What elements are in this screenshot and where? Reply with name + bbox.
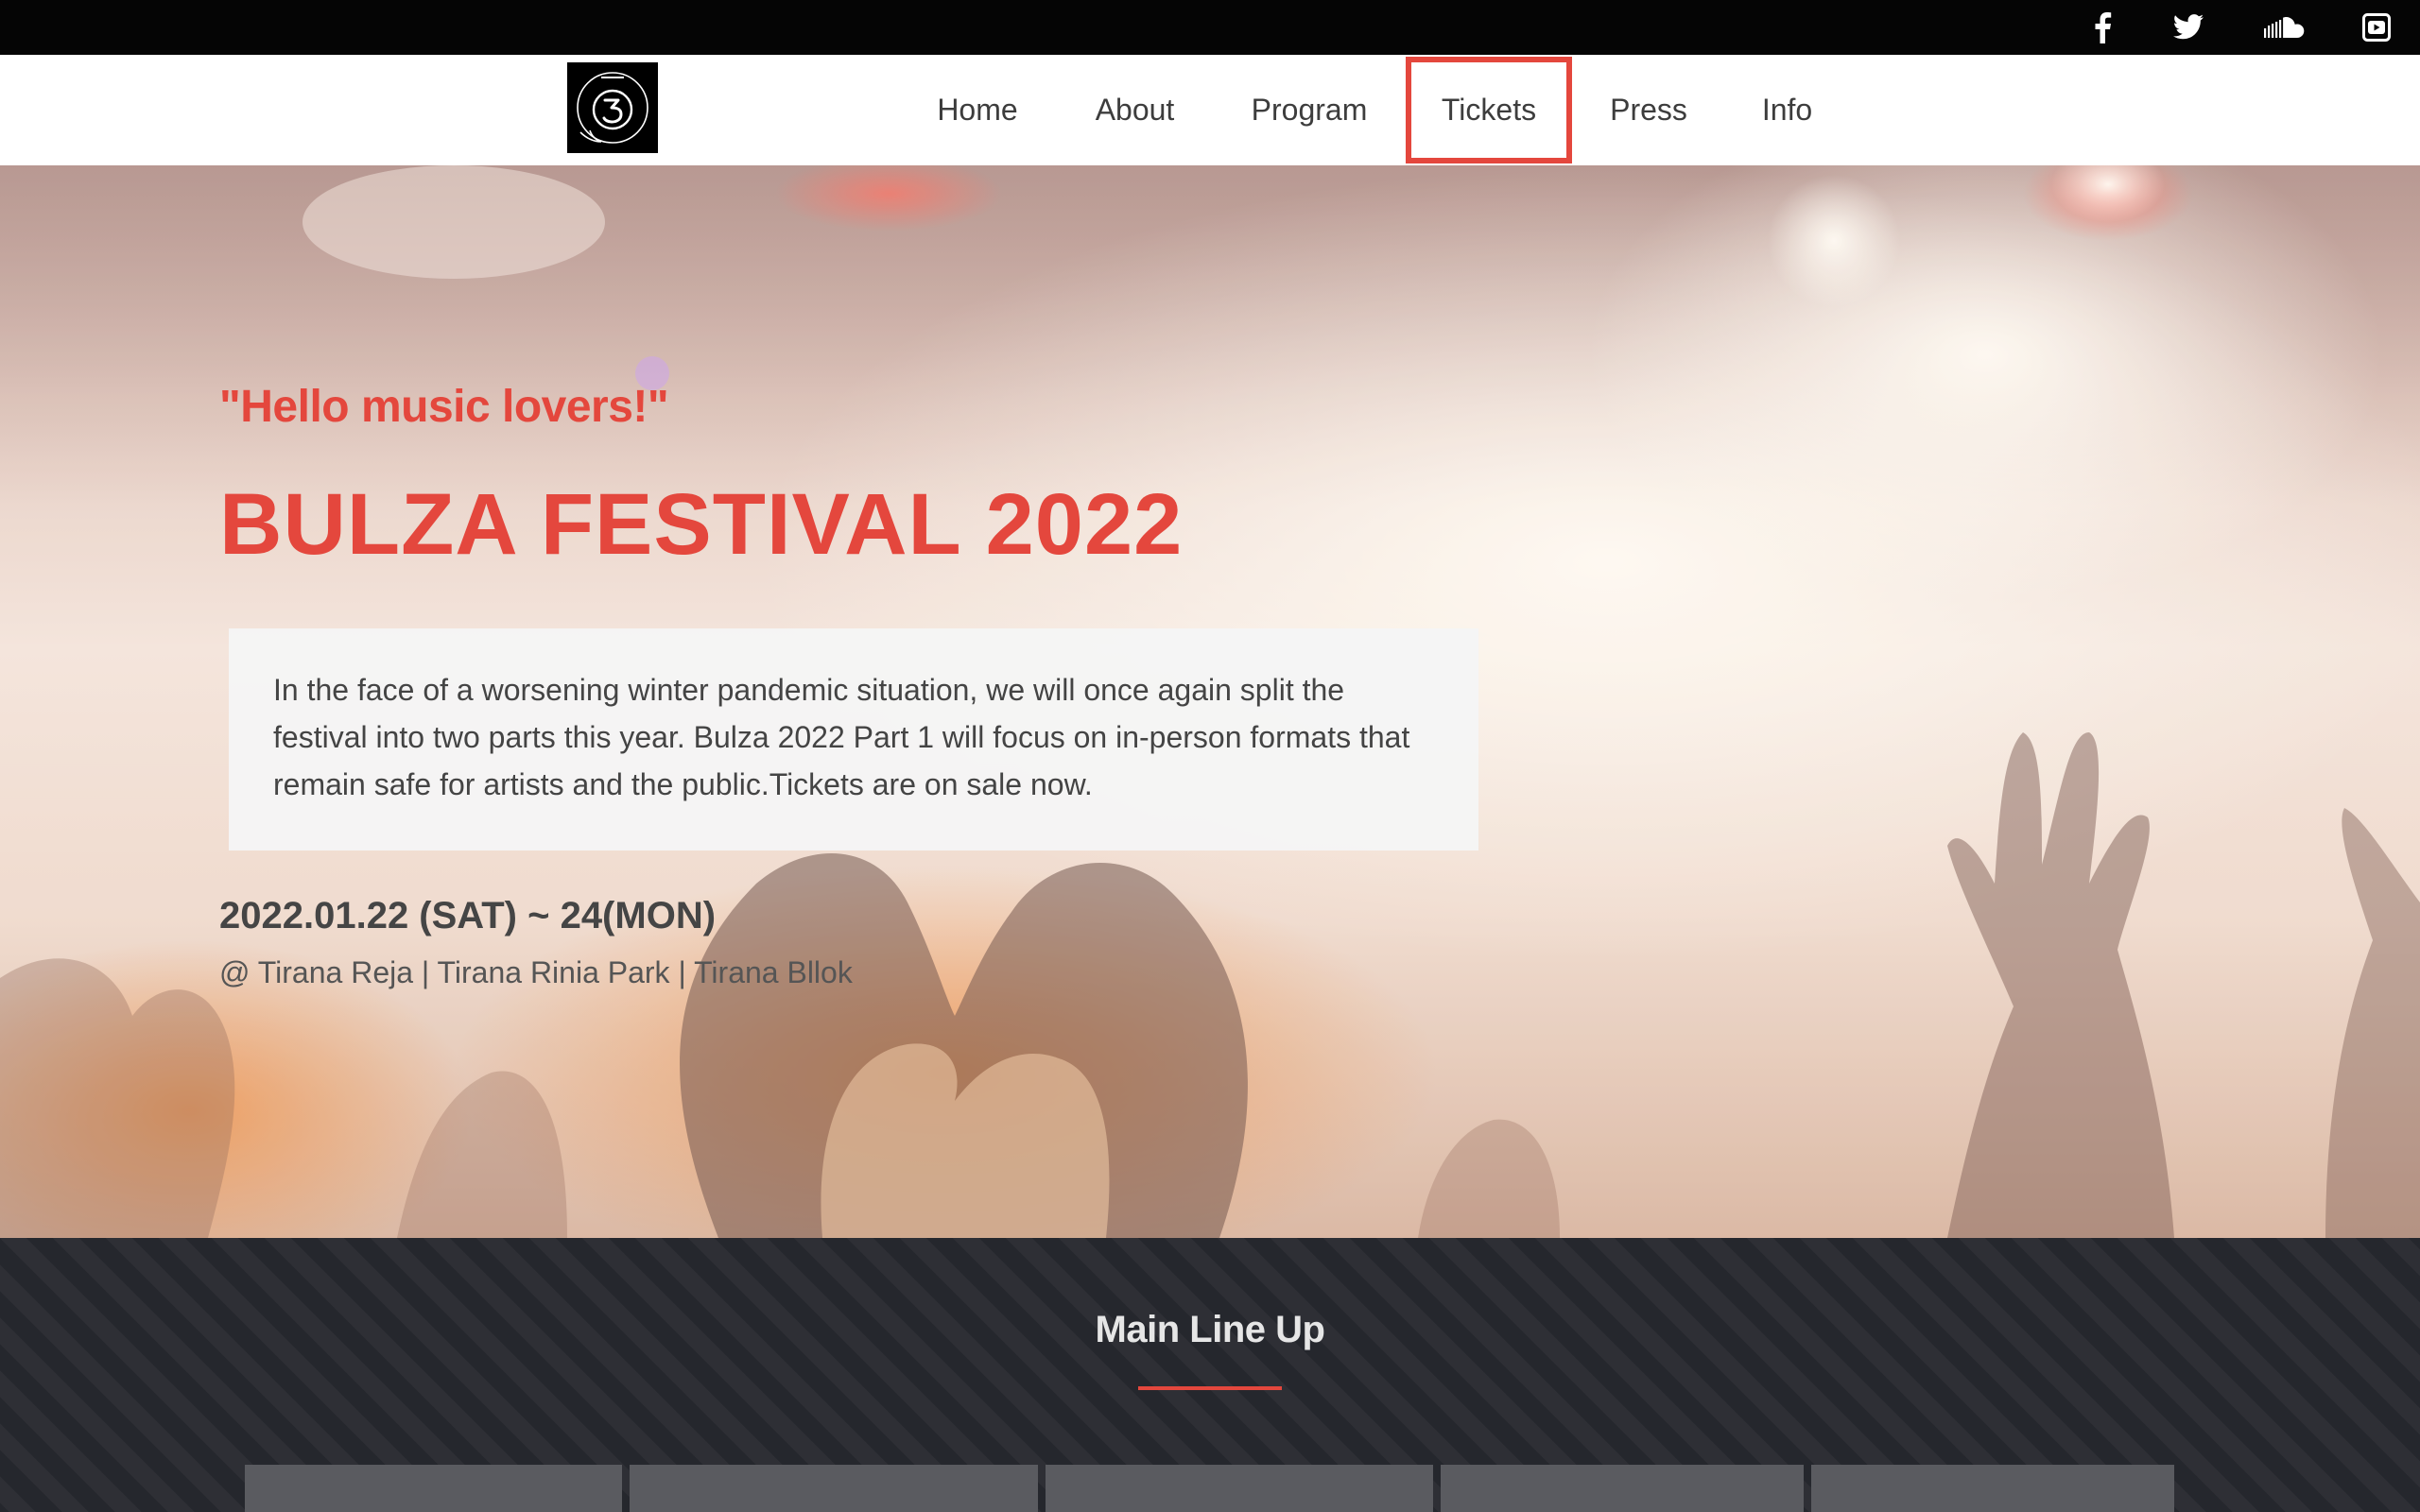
social-bar xyxy=(0,0,2420,55)
soundcloud-icon[interactable] xyxy=(2262,11,2308,43)
nav-press[interactable]: Press xyxy=(1598,55,1700,165)
lineup-title: Main Line Up xyxy=(1095,1309,1325,1350)
twitter-icon[interactable] xyxy=(2172,11,2204,43)
lineup-card[interactable] xyxy=(1046,1465,1433,1512)
lineup-card[interactable] xyxy=(630,1465,1038,1512)
hero-section: "Hello music lovers!" BULZA FESTIVAL 202… xyxy=(0,165,2420,1238)
nav-tickets[interactable]: Tickets xyxy=(1406,55,1572,165)
facebook-icon[interactable] xyxy=(2086,11,2118,43)
lineup-title-underline xyxy=(1138,1386,1282,1390)
nav-about[interactable]: About xyxy=(1080,55,1189,165)
festival-date: 2022.01.22 (SAT) ~ 24(MON) xyxy=(219,895,717,936)
hero-description: In the face of a worsening winter pandem… xyxy=(273,673,1410,801)
bulza-logo[interactable] xyxy=(567,62,658,153)
nav-info[interactable]: Info xyxy=(1747,55,1827,165)
lineup-section: Main Line Up xyxy=(0,1238,2420,1512)
lineup-card[interactable] xyxy=(1441,1465,1804,1512)
festival-venue: @ Tirana Reja | Tirana Rinia Park | Tira… xyxy=(219,955,853,989)
nav-program[interactable]: Program xyxy=(1240,55,1378,165)
lineup-card[interactable] xyxy=(1811,1465,2174,1512)
main-navbar: Home About Program Tickets Press Info xyxy=(0,55,2420,165)
youtube-icon[interactable] xyxy=(2360,11,2393,43)
nav-home[interactable]: Home xyxy=(925,55,1030,165)
lineup-card[interactable] xyxy=(245,1465,622,1512)
hero-greeting: "Hello music lovers!" xyxy=(219,382,669,432)
hero-title: BULZA FESTIVAL 2022 xyxy=(219,476,1184,573)
hero-description-card: In the face of a worsening winter pandem… xyxy=(229,628,1478,850)
